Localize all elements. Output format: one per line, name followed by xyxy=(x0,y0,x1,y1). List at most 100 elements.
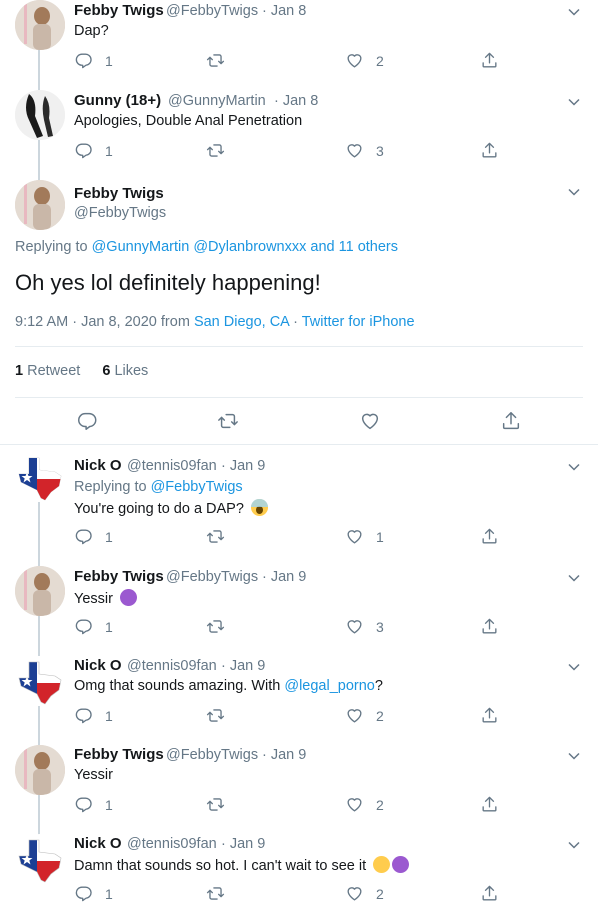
like-button[interactable]: 3 xyxy=(345,141,384,160)
retweet-button[interactable] xyxy=(217,410,239,432)
avatar[interactable] xyxy=(15,566,65,616)
like-button[interactable]: 2 xyxy=(345,884,384,903)
author-handle[interactable]: @FebbyTwigs xyxy=(166,569,258,585)
reply-button[interactable]: 1 xyxy=(74,141,113,160)
source-link[interactable]: Twitter for iPhone xyxy=(302,314,415,330)
likes-stat[interactable]: 6 Likes xyxy=(102,363,148,379)
chevron-down-icon[interactable] xyxy=(568,750,580,762)
tweet-text: Yessir xyxy=(74,589,137,607)
retweet-button[interactable] xyxy=(206,51,225,70)
like-button[interactable] xyxy=(359,410,381,432)
tweet-time[interactable]: · Jan 9 xyxy=(221,458,265,474)
location-link[interactable]: San Diego, CA xyxy=(194,314,289,330)
share-button[interactable] xyxy=(480,141,499,160)
mention-link[interactable]: @legal_porno xyxy=(284,678,375,694)
reply-button[interactable] xyxy=(76,410,98,432)
chevron-down-icon[interactable] xyxy=(568,186,580,198)
author-name[interactable]: Febby Twigs xyxy=(74,2,164,19)
retweet-button[interactable] xyxy=(206,527,225,546)
avatar[interactable] xyxy=(15,745,65,795)
retweet-button[interactable] xyxy=(206,141,225,160)
author-handle[interactable]: @FebbyTwigs xyxy=(166,3,258,19)
like-button[interactable]: 3 xyxy=(345,617,384,636)
avatar[interactable] xyxy=(15,0,65,50)
share-button[interactable] xyxy=(480,706,499,725)
avatar[interactable] xyxy=(15,656,65,706)
tweet-time[interactable]: · Jan 8 xyxy=(274,93,318,109)
tweet-text-body: Yessir xyxy=(74,591,113,607)
reply-icon xyxy=(75,797,92,813)
share-button[interactable] xyxy=(480,617,499,636)
author-name[interactable]: Gunny (18+) xyxy=(74,92,161,109)
like-count: 2 xyxy=(376,796,384,813)
author-handle[interactable]: @FebbyTwigs xyxy=(74,205,166,221)
chevron-down-icon[interactable] xyxy=(568,461,580,473)
author-handle[interactable]: @GunnyMartin xyxy=(168,93,266,109)
reply-count: 1 xyxy=(105,796,113,813)
replying-others[interactable]: 11 others xyxy=(339,239,398,255)
like-button[interactable]: 2 xyxy=(345,795,384,814)
author-handle[interactable]: @FebbyTwigs xyxy=(166,747,258,763)
share-icon xyxy=(482,528,497,544)
replying-prefix: Replying to xyxy=(15,239,92,255)
tweet-time[interactable]: · Jan 9 xyxy=(221,836,265,852)
chevron-down-icon[interactable] xyxy=(568,661,580,673)
share-button[interactable] xyxy=(480,795,499,814)
replying-users[interactable]: @GunnyMartin @Dylanbrownxxx xyxy=(92,239,307,255)
timestamp-text[interactable]: 9:12 AM · Jan 8, 2020 from xyxy=(15,314,194,330)
author-name[interactable]: Nick O xyxy=(74,457,122,474)
reply-button[interactable]: 1 xyxy=(74,706,113,725)
reply-button[interactable]: 1 xyxy=(74,795,113,814)
chevron-down-icon[interactable] xyxy=(568,6,580,18)
retweet-button[interactable] xyxy=(206,795,225,814)
retweets-stat[interactable]: 1 Retweet xyxy=(15,363,80,379)
retweet-button[interactable] xyxy=(206,617,225,636)
tweet-text: Yessir xyxy=(74,767,113,783)
thread-line xyxy=(38,502,40,566)
avatar[interactable] xyxy=(15,834,65,884)
author-name[interactable]: Nick O xyxy=(74,835,122,852)
like-icon xyxy=(347,144,362,158)
tweet-time[interactable]: · Jan 9 xyxy=(262,747,306,763)
chevron-down-icon[interactable] xyxy=(568,96,580,108)
retweet-button[interactable] xyxy=(206,884,225,903)
avatar[interactable] xyxy=(15,90,65,140)
share-button[interactable] xyxy=(480,51,499,70)
tweet-time[interactable]: · Jan 9 xyxy=(221,658,265,674)
avatar[interactable] xyxy=(15,452,65,502)
like-icon xyxy=(347,620,362,634)
author-name[interactable]: Febby Twigs xyxy=(74,568,164,585)
author-handle[interactable]: @tennis09fan xyxy=(127,658,217,674)
author-name[interactable]: Febby Twigs xyxy=(74,746,164,763)
relieved-emoji-icon xyxy=(373,856,391,873)
share-button[interactable] xyxy=(480,884,499,903)
retweet-button[interactable] xyxy=(206,706,225,725)
reply-button[interactable]: 1 xyxy=(74,884,113,903)
likes-label: Likes xyxy=(114,363,149,379)
avatar[interactable] xyxy=(15,180,65,230)
tweet-time[interactable]: · Jan 9 xyxy=(262,569,306,585)
tweet-time[interactable]: · Jan 8 xyxy=(262,3,306,19)
replying-user[interactable]: @FebbyTwigs xyxy=(151,479,243,495)
author-name[interactable]: Febby Twigs xyxy=(74,185,164,202)
chevron-down-icon[interactable] xyxy=(568,572,580,584)
reply-count: 1 xyxy=(105,52,113,69)
retweet-icon xyxy=(206,709,225,722)
share-button[interactable] xyxy=(500,410,522,432)
like-button[interactable]: 2 xyxy=(345,51,384,70)
author-handle[interactable]: @tennis09fan xyxy=(127,458,217,474)
author-name[interactable]: Nick O xyxy=(74,657,122,674)
like-button[interactable]: 1 xyxy=(345,527,384,546)
tweet-text-body: Damn that sounds so hot. I can't wait to… xyxy=(74,858,367,874)
reply-button[interactable]: 1 xyxy=(74,527,113,546)
author-handle[interactable]: @tennis09fan xyxy=(127,836,217,852)
reply-count: 1 xyxy=(105,885,113,902)
like-button[interactable]: 2 xyxy=(345,706,384,725)
scream-emoji-icon xyxy=(250,499,268,516)
chevron-down-icon[interactable] xyxy=(568,839,580,851)
share-button[interactable] xyxy=(480,527,499,546)
tweet-text-body: You're going to do a DAP? xyxy=(74,501,244,517)
reply-icon xyxy=(75,143,92,159)
reply-button[interactable]: 1 xyxy=(74,51,113,70)
reply-button[interactable]: 1 xyxy=(74,617,113,636)
